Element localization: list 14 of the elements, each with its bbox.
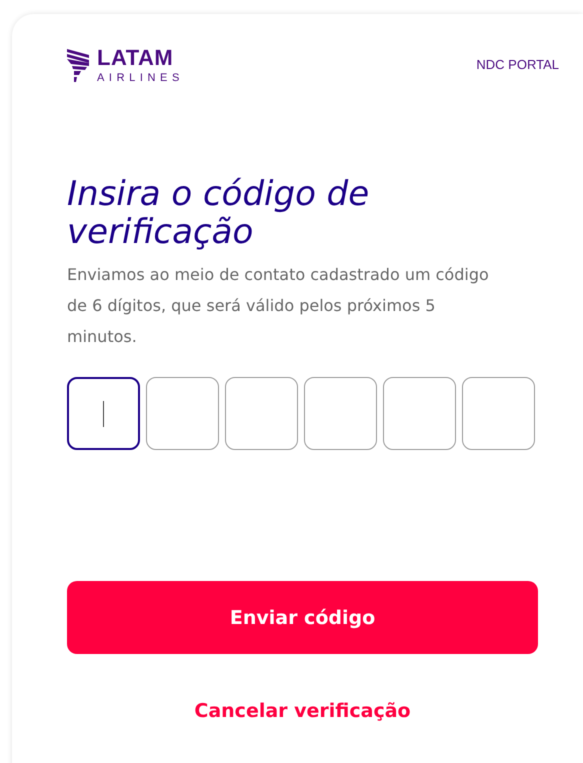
logo-icon — [67, 49, 89, 83]
code-digit-field[interactable] — [146, 377, 219, 450]
code-digit-field[interactable] — [304, 377, 377, 450]
logo-name: LATAM — [97, 47, 174, 69]
logo-subtitle: AIRLINES — [97, 71, 184, 85]
code-digit-field[interactable] — [383, 377, 456, 450]
code-digit-field[interactable] — [462, 377, 535, 450]
description-text: Enviamos ao meio de contato cadastrado um código de 6 dígitos, que será válido pelos próximos 5 minutos. — [67, 264, 490, 348]
code-digit-field[interactable] — [225, 377, 298, 450]
cancel-link[interactable]: Cancelar verificação — [194, 700, 411, 722]
portal-label: NDC PORTAL — [476, 57, 559, 72]
submit-button[interactable]: Enviar código — [67, 581, 538, 654]
page-title: Insira o código de verificação — [67, 175, 370, 251]
code-digit-field[interactable] — [67, 377, 140, 450]
